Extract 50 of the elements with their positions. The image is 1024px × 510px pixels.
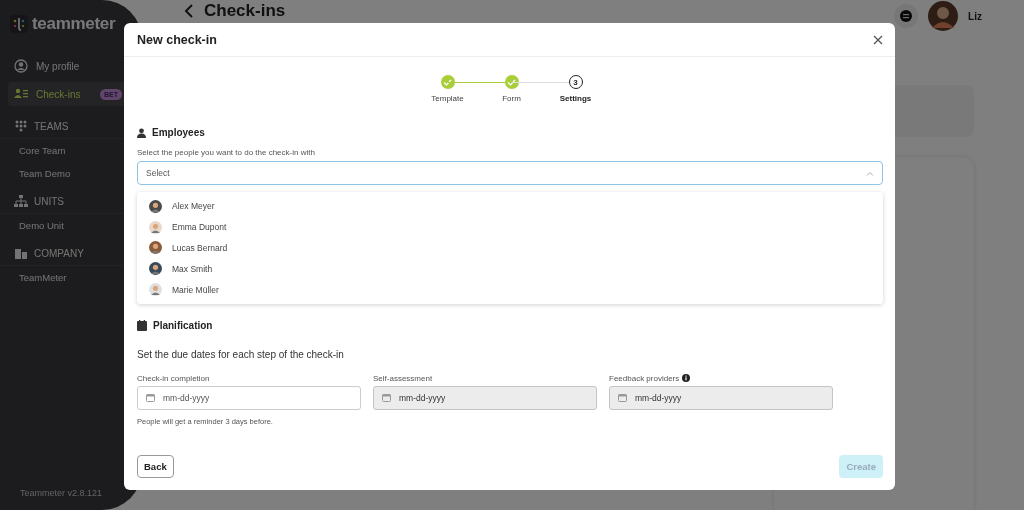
- logo-icon: [10, 15, 28, 33]
- page-title: Check-ins: [204, 1, 286, 21]
- step-label: Template: [431, 94, 464, 103]
- dropdown-option[interactable]: Emma Dupont: [137, 216, 883, 238]
- people-list-icon: [14, 88, 28, 100]
- calendar-icon: [382, 393, 391, 403]
- section-heading: UNITS: [34, 195, 64, 207]
- team-icon: [14, 120, 28, 132]
- calendar-icon: [618, 393, 627, 403]
- close-icon[interactable]: [873, 34, 883, 45]
- field-label: Check-in completion: [137, 374, 210, 383]
- hierarchy-icon: [14, 195, 28, 207]
- person-icon: [137, 127, 146, 138]
- avatar-icon: [149, 241, 162, 255]
- avatar-icon: [149, 199, 162, 213]
- step-indicator: 3: [568, 75, 583, 89]
- back-button[interactable]: Back: [137, 455, 174, 478]
- version-text: Teammeter v2.8.121: [18, 488, 103, 498]
- dialog-title: New check-in: [137, 32, 217, 47]
- logo-text: teammeter: [32, 14, 116, 34]
- select-field[interactable]: Select: [137, 161, 883, 185]
- field-label: Select the people you want to do the check-in with: [137, 148, 316, 157]
- avatar-icon: [149, 220, 162, 234]
- avatar-icon[interactable]: [928, 1, 959, 31]
- dropdown-option[interactable]: Lucas Bernard: [137, 237, 883, 259]
- section-heading: TEAMS: [34, 120, 69, 132]
- section-title: Planification: [153, 320, 213, 331]
- nav-item[interactable]: My profile: [8, 54, 142, 78]
- dropdown-option[interactable]: Max Smith: [137, 258, 883, 280]
- step-label: Settings: [559, 94, 592, 103]
- calendar-icon: [146, 393, 155, 403]
- building-icon: [14, 247, 28, 259]
- back-icon[interactable]: [184, 4, 194, 18]
- avatar-icon: [149, 262, 162, 276]
- user-name: Liz: [968, 10, 982, 22]
- dropdown-option[interactable]: Marie Müller: [137, 279, 883, 300]
- field-label: Feedback providers: [609, 374, 680, 383]
- field-label: Self-assessment: [373, 374, 433, 383]
- intro-text: Set the due dates for each step of the check-in: [137, 349, 345, 360]
- chat-icon: [900, 10, 913, 22]
- avatar-icon: [149, 283, 162, 297]
- calendar-icon: [137, 320, 147, 331]
- dropdown-option[interactable]: Alex Meyer: [137, 196, 883, 217]
- date-field[interactable]: mm-dd-yyyy: [137, 386, 361, 410]
- caret-icon: [866, 170, 874, 176]
- profile-icon: [14, 59, 28, 73]
- section-heading: COMPANY: [34, 247, 84, 259]
- step-label: Form: [502, 94, 521, 103]
- section-title: Employees: [152, 127, 205, 138]
- chat-button[interactable]: [894, 4, 919, 28]
